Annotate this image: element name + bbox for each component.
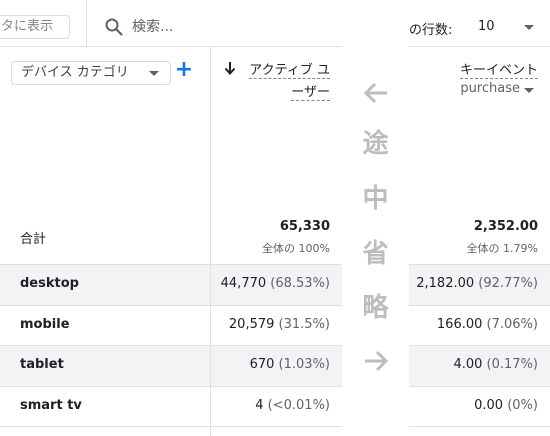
active-users-percent: (<0.01%)	[267, 398, 330, 413]
active-users-value: 44,770	[220, 276, 267, 291]
row-divider	[0, 386, 342, 387]
row-key-events-mobile: 166.00 (7.06%)	[437, 317, 538, 332]
row-active-users-desktop: 44,770 (68.53%)	[221, 276, 330, 291]
row-divider	[409, 264, 550, 265]
chevron-down-icon	[524, 25, 534, 30]
active-users-percent: (68.53%)	[270, 276, 330, 291]
row-divider	[409, 305, 550, 306]
active-users-header-line1: アクティブ ユ	[249, 63, 330, 79]
omission-marker: 途 中 省 略	[342, 0, 409, 436]
totals-key-events: 2,352.00	[473, 219, 538, 234]
show-in-table-button[interactable]: タに表示	[0, 15, 70, 39]
chevron-down-icon	[149, 71, 159, 76]
key-events-value: 0.00	[474, 398, 504, 413]
key-events-value: 166.00	[436, 317, 483, 332]
key-events-value: 2,182.00	[416, 276, 475, 291]
key-events-header-label: キーイベント	[459, 63, 538, 79]
active-users-value: 4	[255, 398, 264, 413]
active-users-percent: (1.03%)	[278, 357, 330, 372]
omission-char: 省	[362, 239, 389, 269]
dimension-column-divider	[210, 46, 211, 436]
row-divider	[409, 386, 550, 387]
row-key-events-tablet: 4.00 (0.17%)	[453, 357, 538, 372]
right-table-panel: の行数: 10 キーイベント purchase 2,352.00 全体の 1.7…	[409, 0, 550, 436]
row-active-users-tablet: 670 (1.03%)	[250, 357, 330, 372]
key-events-percent: (0.17%)	[486, 357, 538, 372]
key-events-percent: (0%)	[507, 398, 538, 413]
dimension-dropdown[interactable]: デバイス カテゴリ	[11, 61, 171, 85]
key-events-percent: (92.77%)	[478, 276, 538, 291]
totals-active-users-share: 全体の 100%	[262, 242, 330, 255]
row-divider	[0, 345, 342, 346]
active-users-header-line2: ーザー	[291, 85, 330, 101]
sort-descending-arrow-icon[interactable]	[224, 61, 236, 75]
key-events-value: 4.00	[453, 357, 483, 372]
rows-per-page-value: 10	[478, 19, 495, 34]
key-event-selector[interactable]: purchase	[460, 81, 520, 96]
rows-per-page-label: の行数:	[409, 23, 453, 38]
key-events-percent: (7.06%)	[486, 317, 538, 332]
left-table-panel: タに表示 デバイス カテゴリ + アクティブ ユ ーザー 合計 65,330 全…	[0, 0, 342, 436]
totals-key-events-share: 全体の 1.79%	[466, 242, 538, 255]
row-dimension-desktop[interactable]: desktop	[20, 276, 79, 291]
arrow-right-icon	[365, 350, 389, 372]
omission-char: 略	[362, 293, 389, 323]
rows-per-page-dropdown[interactable]: 10	[469, 15, 539, 39]
row-divider	[0, 305, 342, 306]
arrow-left-icon	[363, 82, 387, 104]
toolbar-separator	[86, 0, 87, 46]
active-users-value: 670	[249, 357, 275, 372]
toolbar-divider	[409, 46, 550, 47]
chevron-down-icon	[524, 88, 534, 93]
row-active-users-mobile: 20,579 (31.5%)	[229, 317, 330, 332]
row-divider	[409, 426, 550, 427]
omission-char: 途	[362, 129, 389, 159]
report-table-screenshot: タに表示 デバイス カテゴリ + アクティブ ユ ーザー 合計 65,330 全…	[0, 0, 550, 436]
show-in-table-label: タに表示	[1, 19, 54, 34]
omission-char: 中	[362, 184, 389, 214]
plus-icon: +	[174, 57, 194, 82]
row-dimension-tablet[interactable]: tablet	[20, 357, 64, 372]
key-events-column-header[interactable]: キーイベント	[459, 60, 538, 82]
active-users-column-header[interactable]: アクティブ ユ ーザー	[236, 60, 330, 104]
dimension-dropdown-label: デバイス カテゴリ	[21, 65, 129, 80]
key-event-selected: purchase	[460, 81, 520, 96]
add-dimension-button[interactable]: +	[174, 59, 194, 81]
active-users-percent: (31.5%)	[278, 317, 330, 332]
row-active-users-smart-tv: 4 (<0.01%)	[255, 398, 330, 413]
active-users-value: 20,579	[228, 317, 275, 332]
toolbar-divider	[0, 46, 342, 47]
totals-active-users: 65,330	[279, 219, 330, 234]
totals-label: 合計	[20, 232, 47, 247]
row-divider	[409, 345, 550, 346]
row-key-events-desktop: 2,182.00 (92.77%)	[416, 276, 538, 291]
row-key-events-smart-tv: 0.00 (0%)	[474, 398, 538, 413]
row-dimension-mobile[interactable]: mobile	[20, 317, 70, 332]
row-divider	[0, 426, 342, 427]
row-dimension-smart-tv[interactable]: smart tv	[20, 398, 82, 413]
search-icon[interactable]	[104, 17, 124, 37]
search-input[interactable]	[132, 16, 312, 38]
row-divider	[0, 264, 342, 265]
